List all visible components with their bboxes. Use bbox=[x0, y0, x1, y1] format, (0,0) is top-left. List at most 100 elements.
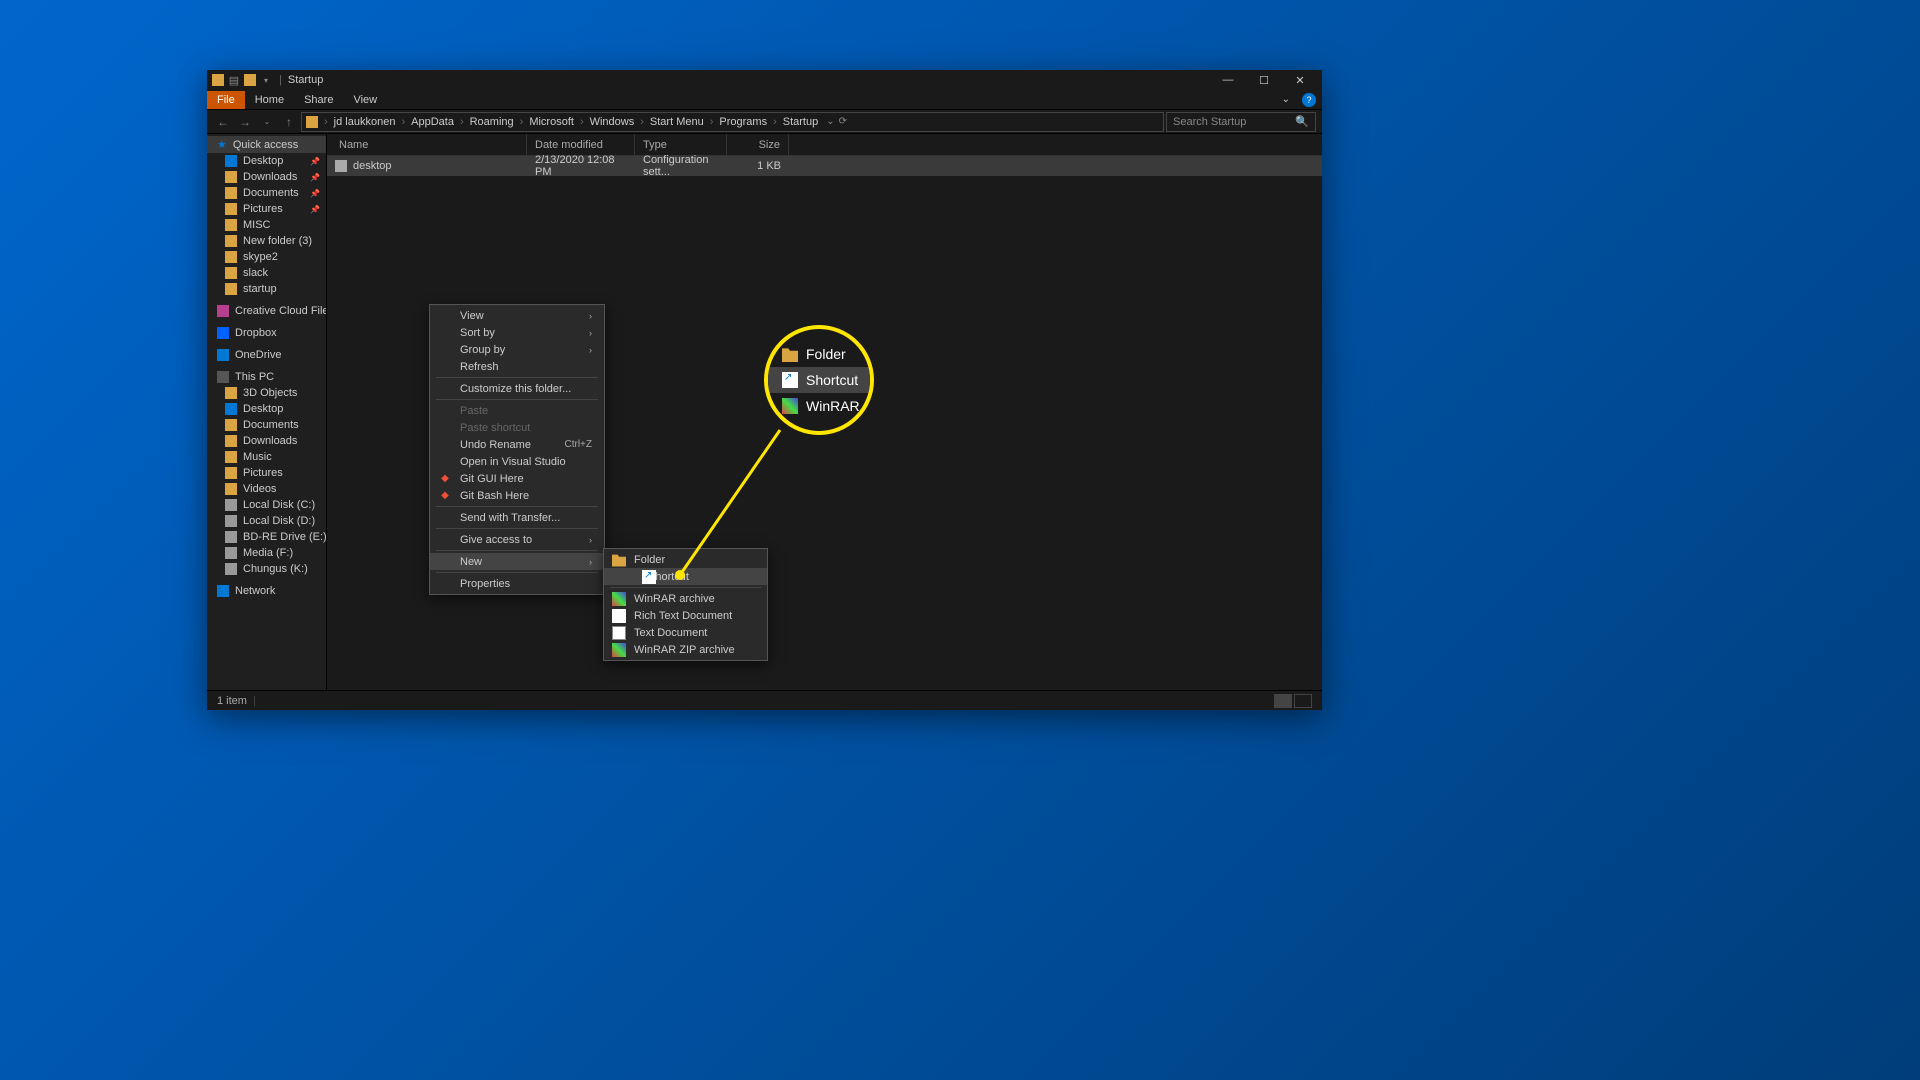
address-bar[interactable]: › jd laukkonen› AppData› Roaming› Micros… bbox=[301, 112, 1164, 132]
sidebar-item[interactable]: Documents📌 bbox=[207, 185, 326, 201]
tab-share[interactable]: Share bbox=[294, 91, 343, 109]
context-menu-item[interactable]: Customize this folder... bbox=[430, 380, 604, 397]
maximize-button[interactable]: ☐ bbox=[1246, 70, 1282, 90]
context-menu-item[interactable]: Send with Transfer... bbox=[430, 509, 604, 526]
sidebar-item[interactable]: slack bbox=[207, 265, 326, 281]
tab-home[interactable]: Home bbox=[245, 91, 294, 109]
qat-dropdown-icon[interactable]: ▾ bbox=[259, 73, 273, 87]
text-ic-icon bbox=[612, 626, 626, 640]
context-menu-item[interactable]: Sort by› bbox=[430, 324, 604, 341]
context-menu-item[interactable]: Group by› bbox=[430, 341, 604, 358]
sidebar-item[interactable]: BD-RE Drive (E:) GG bbox=[207, 529, 326, 545]
highlight-item: Folder bbox=[768, 341, 870, 367]
item-icon bbox=[225, 499, 237, 511]
breadcrumb-item[interactable]: AppData bbox=[407, 116, 458, 128]
breadcrumb-item[interactable]: Microsoft bbox=[525, 116, 578, 128]
sidebar-item[interactable]: Desktop📌 bbox=[207, 153, 326, 169]
forward-button[interactable]: → bbox=[235, 112, 255, 132]
help-icon[interactable]: ? bbox=[1302, 93, 1316, 107]
icons-view-button[interactable] bbox=[1294, 694, 1312, 708]
context-menu-item[interactable]: View› bbox=[430, 307, 604, 324]
context-menu-item[interactable]: New› bbox=[430, 553, 604, 570]
context-menu-item[interactable]: Properties bbox=[430, 575, 604, 592]
recent-dropdown[interactable]: ⌄ bbox=[257, 112, 277, 132]
sidebar-onedrive[interactable]: OneDrive bbox=[207, 347, 326, 363]
item-count: 1 item bbox=[217, 695, 247, 707]
sidebar-item[interactable]: Music bbox=[207, 449, 326, 465]
sidebar-item[interactable]: Downloads bbox=[207, 433, 326, 449]
search-icon: 🔍 bbox=[1295, 115, 1309, 128]
richtext-ic-icon bbox=[612, 609, 626, 623]
column-type[interactable]: Type bbox=[635, 134, 727, 155]
context-menu-item[interactable]: ◆Git Bash Here bbox=[430, 487, 604, 504]
sidebar-item[interactable]: MISC bbox=[207, 217, 326, 233]
item-icon bbox=[225, 387, 237, 399]
sidebar-item[interactable]: startup bbox=[207, 281, 326, 297]
new-menu-item[interactable]: WinRAR ZIP archive bbox=[604, 641, 767, 658]
new-menu-item[interactable]: Rich Text Document bbox=[604, 607, 767, 624]
sidebar-item[interactable]: Videos bbox=[207, 481, 326, 497]
sidebar-item[interactable]: Pictures📌 bbox=[207, 201, 326, 217]
shortcut-ic-icon bbox=[642, 570, 656, 584]
dropbox-icon bbox=[217, 327, 229, 339]
context-menu-item[interactable]: Open in Visual Studio bbox=[430, 453, 604, 470]
new-menu-item[interactable]: WinRAR archive bbox=[604, 590, 767, 607]
close-button[interactable]: ✕ bbox=[1282, 70, 1318, 90]
sidebar-quick-access[interactable]: ★ Quick access bbox=[207, 136, 326, 153]
folder-icon bbox=[782, 346, 798, 362]
sidebar-item[interactable]: Chungus (K:) bbox=[207, 561, 326, 577]
new-menu-item[interactable]: Folder bbox=[604, 551, 767, 568]
context-menu-item: Paste bbox=[430, 402, 604, 419]
sidebar-dropbox[interactable]: Dropbox bbox=[207, 325, 326, 341]
breadcrumb-item[interactable]: Start Menu bbox=[646, 116, 708, 128]
address-dropdown-icon[interactable]: ⌄ bbox=[826, 116, 834, 127]
context-menu-item[interactable]: Undo RenameCtrl+Z bbox=[430, 436, 604, 453]
breadcrumb-item[interactable]: Roaming bbox=[466, 116, 518, 128]
breadcrumb-item[interactable]: Startup bbox=[779, 116, 822, 128]
item-icon bbox=[225, 451, 237, 463]
column-name[interactable]: Name bbox=[327, 134, 527, 155]
search-input[interactable]: Search Startup 🔍 bbox=[1166, 112, 1316, 132]
column-date[interactable]: Date modified bbox=[527, 134, 635, 155]
context-menu-item[interactable]: Refresh bbox=[430, 358, 604, 375]
file-row[interactable]: desktop 2/13/2020 12:08 PM Configuration… bbox=[327, 156, 1322, 176]
ribbon-expand-button[interactable]: ⌄ bbox=[1276, 94, 1296, 105]
sidebar-item[interactable]: Downloads📌 bbox=[207, 169, 326, 185]
up-button[interactable]: ↑ bbox=[279, 112, 299, 132]
new-menu-item[interactable]: Text Document bbox=[604, 624, 767, 641]
sidebar-item[interactable]: Documents bbox=[207, 417, 326, 433]
back-button[interactable]: ← bbox=[213, 112, 233, 132]
details-view-button[interactable] bbox=[1274, 694, 1292, 708]
sidebar-item[interactable]: New folder (3) bbox=[207, 233, 326, 249]
breadcrumb-item[interactable]: Windows bbox=[586, 116, 639, 128]
sidebar-item[interactable]: Local Disk (D:) bbox=[207, 513, 326, 529]
minimize-button[interactable]: — bbox=[1210, 70, 1246, 90]
column-size[interactable]: Size bbox=[727, 134, 789, 155]
context-menu-item[interactable]: Give access to› bbox=[430, 531, 604, 548]
breadcrumb-item[interactable]: jd laukkonen bbox=[330, 116, 400, 128]
sidebar-item[interactable]: 3D Objects bbox=[207, 385, 326, 401]
sidebar-this-pc[interactable]: This PC bbox=[207, 369, 326, 385]
sidebar-item[interactable]: Pictures bbox=[207, 465, 326, 481]
window-title: Startup bbox=[282, 74, 323, 86]
refresh-icon[interactable]: ⟳ bbox=[839, 116, 847, 127]
tab-file[interactable]: File bbox=[207, 91, 245, 109]
context-menu-item[interactable]: ◆Git GUI Here bbox=[430, 470, 604, 487]
sidebar-item[interactable]: Local Disk (C:) bbox=[207, 497, 326, 513]
status-bar: 1 item | bbox=[207, 690, 1322, 710]
breadcrumb-item[interactable]: Programs bbox=[715, 116, 771, 128]
item-icon bbox=[225, 483, 237, 495]
context-menu-item: Paste shortcut bbox=[430, 419, 604, 436]
network-icon bbox=[217, 585, 229, 597]
sidebar-item[interactable]: Media (F:) bbox=[207, 545, 326, 561]
sidebar-network[interactable]: Network bbox=[207, 583, 326, 599]
sidebar-item[interactable]: skype2 bbox=[207, 249, 326, 265]
sidebar-creative-cloud[interactable]: Creative Cloud Files bbox=[207, 303, 326, 319]
sidebar-item[interactable]: Desktop bbox=[207, 401, 326, 417]
star-icon: ★ bbox=[217, 138, 227, 151]
qat-icon[interactable]: ▤ bbox=[227, 73, 241, 87]
qat-icon[interactable] bbox=[243, 73, 257, 87]
pin-icon: 📌 bbox=[310, 189, 320, 198]
tab-view[interactable]: View bbox=[343, 91, 387, 109]
new-menu-item[interactable]: Shortcut bbox=[604, 568, 767, 585]
